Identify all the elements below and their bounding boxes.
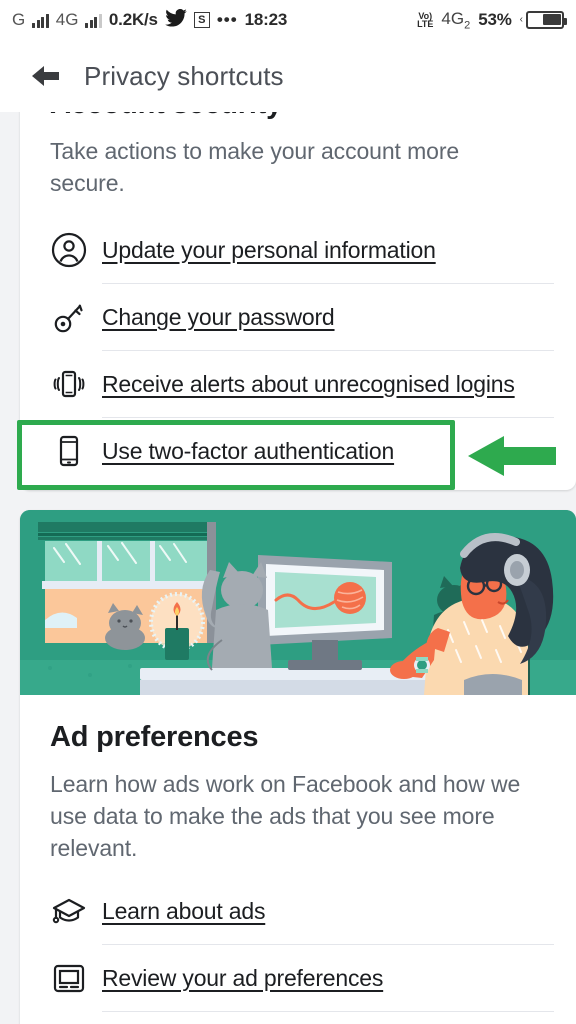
list-item-two-factor-authentication[interactable]: Use two-factor authentication: [20, 418, 576, 484]
person-circle-icon: [50, 231, 102, 269]
list-item-see-ad-settings[interactable]: See your ad settings: [20, 1012, 576, 1024]
list-item-label: Change your password: [102, 303, 335, 330]
signal-bars-icon-1: [32, 13, 49, 28]
more-notifications-icon: •••: [216, 10, 238, 29]
graduation-cap-icon: [50, 892, 102, 930]
volte-icon: Vo) LTE: [417, 11, 434, 29]
list-item-label: Learn about ads: [102, 897, 266, 924]
scroll-content[interactable]: Account security Take actions to make yo…: [0, 66, 576, 1024]
key-icon: [50, 298, 102, 336]
account-security-card: Account security Take actions to make yo…: [20, 66, 576, 490]
list-item-receive-login-alerts[interactable]: Receive alerts about unrecognised logins: [20, 351, 576, 417]
list-item-learn-about-ads[interactable]: Learn about ads: [20, 878, 576, 944]
status-bar-left: G 4G 0.2K/s S ••• 18:23: [12, 8, 288, 32]
ad-preferences-title: Ad preferences: [50, 721, 259, 753]
list-item-label: Use two-factor authentication: [102, 437, 395, 464]
status-bar: G 4G 0.2K/s S ••• 18:23 Vo) LTE 4G2 53% …: [0, 0, 576, 40]
list-item-change-password[interactable]: Change your password: [20, 284, 576, 350]
list-item-review-ad-preferences[interactable]: Review your ad preferences: [20, 945, 576, 1011]
ad-preferences-list: Learn about ads Review your ad preferenc…: [20, 878, 576, 1024]
signal-bars-icon-2: [85, 13, 102, 28]
woman-at-computer-with-cats-illustration: [20, 510, 576, 695]
network-letter-label: G: [12, 10, 26, 29]
clock-label: 18:23: [244, 10, 288, 29]
monitor-icon: [50, 959, 102, 997]
mobile-phone-icon: [50, 432, 102, 470]
list-item-label: Review your ad preferences: [102, 964, 384, 991]
page-title: Privacy shortcuts: [84, 60, 284, 91]
s-app-icon: S: [193, 12, 210, 28]
ad-preferences-description: Learn how ads work on Facebook and how w…: [50, 771, 521, 861]
ad-preferences-illustration: [20, 510, 576, 695]
phone-screen: G 4G 0.2K/s S ••• 18:23 Vo) LTE 4G2 53% …: [0, 0, 576, 1024]
sim2-network-label: 4G2: [441, 9, 470, 31]
app-bar: Privacy shortcuts: [0, 40, 576, 112]
phone-vibrate-icon: [50, 365, 102, 403]
status-bar-right: Vo) LTE 4G2 53% ‹: [417, 9, 567, 31]
sim2-index: 2: [464, 19, 471, 32]
back-button[interactable]: [28, 59, 62, 93]
list-item-label: Update your personal information: [102, 236, 436, 263]
twitter-bird-icon: [165, 8, 187, 32]
battery-icon: [526, 10, 567, 29]
data-rate-label: 0.2K/s: [108, 10, 158, 29]
volte-bottom-label: LTE: [417, 18, 434, 29]
list-item-update-personal-information[interactable]: Update your personal information: [20, 217, 576, 283]
list-item-label: Receive alerts about unrecognised logins: [102, 370, 515, 397]
battery-percent-label: 53%: [478, 9, 512, 29]
network-type-label: 4G: [55, 10, 79, 29]
battery-charge-tick-icon: ‹: [519, 14, 523, 26]
sim2-network-type: 4G: [441, 8, 465, 28]
ad-preferences-card: Ad preferences Learn how ads work on Fac…: [20, 510, 576, 1024]
account-security-description: Take actions to make your account more s…: [50, 138, 460, 196]
account-security-list: Update your personal information Change: [20, 217, 576, 484]
